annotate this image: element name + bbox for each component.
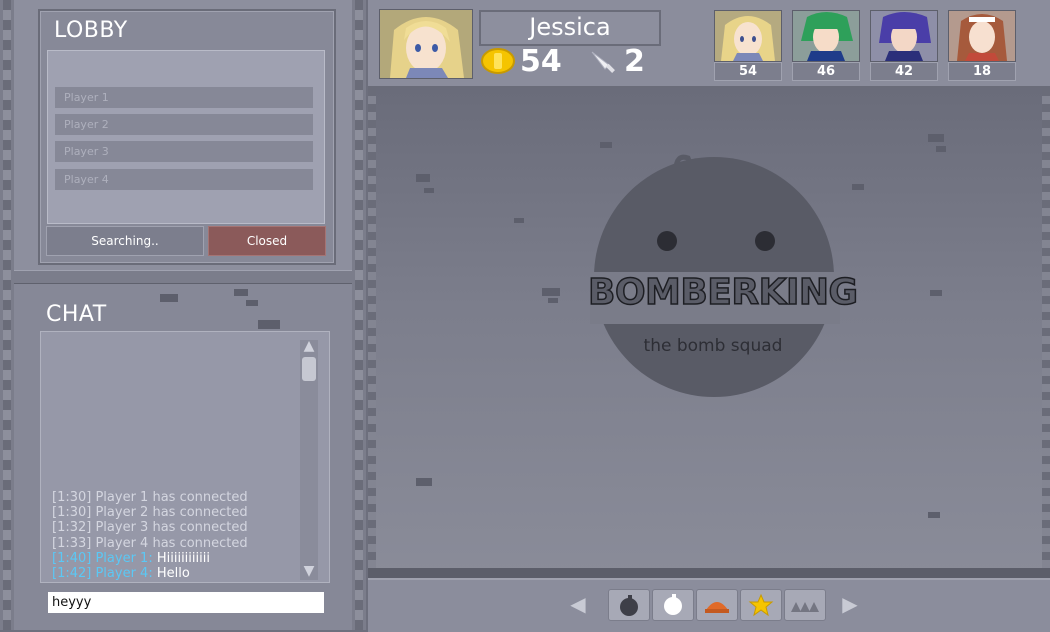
left-rail-inner (352, 0, 366, 630)
chat-message: [1:30] Player 2 has connected (52, 505, 248, 521)
scoreboard-portrait (948, 10, 1016, 62)
closed-button[interactable]: Closed (208, 226, 326, 256)
left-rail (0, 0, 14, 630)
star-icon (748, 593, 774, 617)
sword-count: 2 (624, 44, 645, 79)
player-portrait (379, 9, 473, 79)
scoreboard-portrait (870, 10, 938, 62)
logo-subtitle: the bomb squad (643, 336, 783, 356)
score-label: 54 (714, 62, 782, 81)
lobby-player-list (47, 50, 325, 224)
player-slot[interactable]: Player 1 (55, 87, 313, 108)
scroll-up-arrow-icon[interactable]: ▲ (300, 338, 318, 354)
item-slot[interactable] (652, 589, 694, 621)
score-label: 46 (792, 62, 860, 81)
egg-icon (664, 594, 682, 615)
item-slot[interactable] (696, 589, 738, 621)
scroll-thumb[interactable] (302, 357, 316, 381)
panel-divider (14, 270, 352, 284)
player-slot[interactable]: Player 4 (55, 169, 313, 190)
chat-messages: [1:30] Player 1 has connected [1:30] Pla… (52, 490, 297, 581)
lobby-title: LOBBY (54, 18, 128, 43)
chat-message: [1:33] Player 4 has connected (52, 535, 248, 551)
coin-icon (481, 47, 515, 79)
coin-count: 54 (520, 44, 562, 79)
item-slot[interactable] (740, 589, 782, 621)
chat-message: [1:42] Player 4: Hello (52, 566, 190, 582)
chat-message: [1:30] Player 1 has connected (52, 490, 248, 505)
scroll-down-arrow-icon[interactable]: ▼ (300, 563, 318, 579)
chat-message: [1:32] Player 3 has connected (52, 520, 248, 536)
score-label: 42 (870, 62, 938, 81)
player-name: Jessica (479, 10, 661, 46)
score-label: 18 (948, 62, 1016, 81)
mine-icon (705, 602, 729, 613)
logo-title: BOMBERKING (587, 271, 859, 314)
chat-message: [1:40] Player 1: Hiiiiiiiiiiii (52, 550, 210, 566)
player-slot[interactable]: Player 3 (55, 141, 313, 162)
board-edge (368, 568, 1050, 578)
chat-input[interactable] (48, 592, 324, 613)
chat-title: CHAT (46, 302, 107, 327)
player-slot[interactable]: Player 2 (55, 114, 313, 135)
spikes-icon (791, 602, 819, 612)
scoreboard-portrait (792, 10, 860, 62)
prev-arrow-icon[interactable]: ◀ (566, 592, 590, 616)
item-slot[interactable] (608, 589, 650, 621)
bomb-icon (620, 595, 638, 616)
scoreboard-portrait (714, 10, 782, 62)
next-arrow-icon[interactable]: ▶ (838, 592, 862, 616)
searching-button[interactable]: Searching.. (46, 226, 204, 256)
item-slot[interactable] (784, 589, 826, 621)
sword-icon (589, 49, 619, 81)
